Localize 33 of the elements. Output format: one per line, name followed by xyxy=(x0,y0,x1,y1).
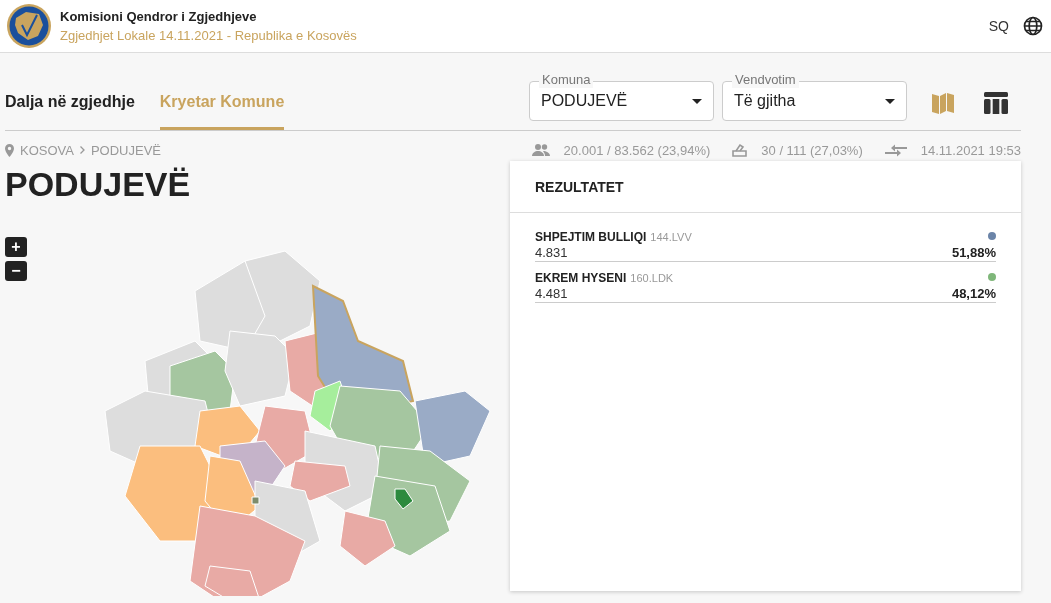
vote-percent: 48,12% xyxy=(951,286,996,301)
vote-count: 4.481 xyxy=(535,286,568,301)
vote-percent: 51,88% xyxy=(951,245,996,260)
chevron-right-icon xyxy=(79,146,85,154)
dropdown-label: Vendvotim xyxy=(732,72,799,88)
stat-text: 14.11.2021 19:53 xyxy=(920,142,1021,158)
vote-count: 4.831 xyxy=(535,245,568,260)
zoom-button[interactable]: + xyxy=(5,237,27,257)
stat-text: 30 / 111 (27,03%) xyxy=(761,142,863,158)
page-title: PODUJEVË xyxy=(5,169,192,205)
candidate-name: EKREM HYSENI xyxy=(535,271,627,285)
app-subtitle: Zgjedhjet Lokale 14.11.2021 - Republika e Kosovës xyxy=(60,28,357,43)
party-label: 144.LVV xyxy=(650,231,692,243)
caret-icon xyxy=(885,98,895,104)
globe-icon[interactable] xyxy=(1023,16,1043,36)
tab[interactable]: Dalja në zgjedhje xyxy=(5,93,135,130)
table-icon[interactable] xyxy=(983,91,1009,115)
candidate-name: SHPEJTIM BULLIQI xyxy=(535,230,647,244)
location-pin-icon xyxy=(5,143,14,157)
app-title: Komisioni Qendror i Zgjedhjeve xyxy=(60,9,258,24)
dropdown[interactable]: Vendvotim Të gjitha xyxy=(722,72,907,121)
ballot-box-icon xyxy=(732,143,748,157)
dropdown-label: Komuna xyxy=(539,72,594,88)
party-label: 160.LDK xyxy=(630,272,674,284)
card-title: REZULTATET xyxy=(510,161,1021,213)
swap-arrows-icon xyxy=(884,143,907,157)
caret-icon xyxy=(692,98,702,104)
people-icon xyxy=(531,144,550,156)
zoom-button[interactable]: − xyxy=(5,261,27,281)
stat-text: 20.001 / 83.562 (23,94%) xyxy=(563,142,711,158)
language-selector[interactable]: SQ xyxy=(988,18,1009,34)
dropdown[interactable]: Komuna PODUJEVË xyxy=(529,72,714,121)
logo-icon xyxy=(6,3,52,49)
